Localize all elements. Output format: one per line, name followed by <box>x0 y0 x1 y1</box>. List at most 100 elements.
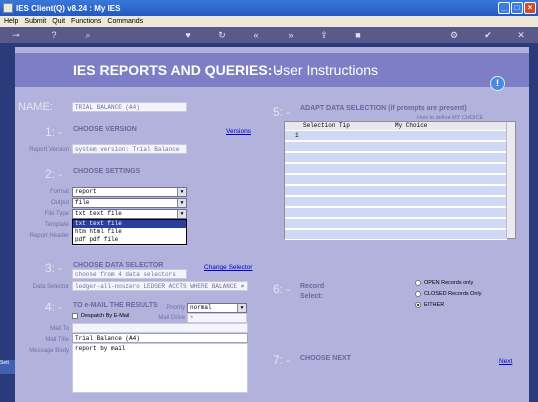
rewind-icon[interactable]: « <box>250 29 262 41</box>
upload-icon[interactable]: ⇪ <box>318 29 330 41</box>
close-button[interactable]: × <box>524 2 536 14</box>
chevron-down-icon: ▼ <box>177 188 186 196</box>
section3-number: 3: - <box>45 261 63 275</box>
file-type-select[interactable]: txt text file ▼ <box>72 209 187 219</box>
chevron-down-icon: ▼ <box>177 210 186 218</box>
section1-number: 1: - <box>45 125 63 139</box>
section7-number: 7: - <box>273 353 291 367</box>
mail-to-field[interactable] <box>72 323 248 333</box>
grid-row[interactable] <box>285 208 507 218</box>
row-number: 1 <box>295 132 299 139</box>
window-title: IES Client(Q) v8.24 : My IES <box>16 3 121 13</box>
message-body-label: Message Body <box>29 348 69 354</box>
page-subtitle: User Instructions <box>273 62 379 78</box>
priority-label: Priority <box>166 305 185 311</box>
selector-description: choose from 4 data selectors <box>72 269 187 279</box>
menu-bar: Help Submit Quit Functions Commands <box>0 16 538 27</box>
grid-header: Selection Tip My Choice <box>285 122 507 130</box>
close-icon[interactable]: ✕ <box>515 29 527 41</box>
forward-icon[interactable]: » <box>285 29 297 41</box>
report-version-field[interactable]: system version: Trial Balance <box>72 144 187 154</box>
refresh-icon[interactable]: ↻ <box>216 29 228 41</box>
menu-help[interactable]: Help <box>4 18 18 25</box>
grid-row[interactable] <box>285 197 507 207</box>
menu-quit[interactable]: Quit <box>52 18 65 25</box>
help-icon[interactable]: ? <box>48 29 60 41</box>
key-icon[interactable]: ⊸ <box>10 29 22 41</box>
name-label: NAME: <box>18 101 53 113</box>
app-icon <box>3 3 13 13</box>
grid-row[interactable]: 1 <box>285 131 507 141</box>
mail-drive-field[interactable]: * <box>187 313 247 323</box>
priority-select[interactable]: normal ▼ <box>187 303 247 313</box>
radio-dot-selected[interactable] <box>415 302 421 308</box>
file-type-option-pdf[interactable]: pdf pdf file <box>73 236 186 244</box>
menu-commands[interactable]: Commands <box>107 18 143 25</box>
file-type-option-htm[interactable]: htm html file <box>73 228 186 236</box>
section6-number: 6: - <box>273 282 291 296</box>
col-selection-tip: Selection Tip <box>303 122 350 129</box>
name-field[interactable]: TRIAL BALANCE (A4) <box>72 102 187 112</box>
message-body-field[interactable]: report by mail <box>72 343 248 393</box>
format-label: Format <box>49 189 69 195</box>
versions-link[interactable]: Versions <box>226 128 251 135</box>
section3-title: CHOOSE DATA SELECTOR <box>73 262 164 269</box>
search-icon[interactable]: ⌕ <box>82 29 94 41</box>
data-selector-field[interactable]: ledger-all-noszero LEDGER ACCTS WHERE BA… <box>72 281 248 291</box>
report-header-label: Report Header <box>29 233 69 239</box>
file-type-dropdown: txt text file htm html file pdf pdf file <box>72 219 187 245</box>
report-version-label: Report Version <box>29 147 69 153</box>
file-type-value: txt text file <box>75 210 122 217</box>
output-label: Output <box>50 200 69 206</box>
grid-row[interactable] <box>285 164 507 174</box>
main-panel: IES REPORTS AND QUERIES: - User Instruct… <box>15 47 529 402</box>
grid-scrollbar[interactable] <box>506 122 515 238</box>
help-icon[interactable]: ! <box>490 76 505 91</box>
selection-grid: Selection Tip My Choice 1 <box>284 121 516 240</box>
side-tab[interactable]: Sett <box>0 360 15 374</box>
mail-to-label: Mail To <box>50 326 69 332</box>
despatch-checkbox[interactable] <box>72 313 78 319</box>
grid-row[interactable] <box>285 186 507 196</box>
mail-drive-label: Mail Drive <box>158 315 185 321</box>
format-value: report <box>75 188 97 195</box>
radio-dot[interactable] <box>415 291 421 297</box>
section1-title: CHOOSE VERSION <box>73 126 137 133</box>
section4-title: TO e-MAIL THE RESULTS <box>73 302 158 309</box>
priority-value: normal <box>190 304 212 311</box>
format-select[interactable]: report ▼ <box>72 187 187 197</box>
mail-title-field[interactable]: Trial Balance (A4) <box>72 333 248 343</box>
radio-label: OPEN Records only <box>424 280 474 286</box>
minimize-button[interactable]: _ <box>498 2 510 14</box>
menu-functions[interactable]: Functions <box>71 18 101 25</box>
despatch-label: Despatch By E-Mail <box>81 313 130 319</box>
radio-either[interactable]: EITHER <box>415 302 444 308</box>
data-selector-label: Data Selector <box>32 284 69 290</box>
check-icon[interactable]: ✔ <box>482 29 494 41</box>
file-type-option-txt[interactable]: txt text file <box>73 220 186 228</box>
grid-row[interactable] <box>285 175 507 185</box>
grid-row[interactable] <box>285 142 507 152</box>
stop-icon[interactable]: ■ <box>352 29 364 41</box>
mail-title-label: Mail Title <box>45 337 69 343</box>
maximize-button[interactable]: □ <box>511 2 523 14</box>
chevron-down-icon: ▼ <box>177 199 186 207</box>
section5-number: 5: - <box>273 105 291 119</box>
next-link[interactable]: Next <box>499 358 512 365</box>
page-title: IES REPORTS AND QUERIES: - <box>73 62 281 78</box>
settings-icon[interactable]: ⚙ <box>448 29 460 41</box>
output-select[interactable]: file ▼ <box>72 198 187 208</box>
record-select-label-1: Record <box>300 283 325 290</box>
grid-row[interactable] <box>285 230 507 240</box>
menu-submit[interactable]: Submit <box>24 18 46 25</box>
change-selector-link[interactable]: Change Selector <box>204 264 252 271</box>
section5-title: ADAPT DATA SELECTION (if prompts are pre… <box>300 105 467 112</box>
toolbar: ⊸ ? ⌕ ♥ ↻ « » ⇪ ■ ⚙ ✔ ✕ <box>0 27 538 43</box>
heart-icon[interactable]: ♥ <box>182 29 194 41</box>
radio-closed-records[interactable]: CLOSED Records Only <box>415 291 481 297</box>
despatch-option[interactable]: Despatch By E-Mail <box>72 313 129 319</box>
radio-open-records[interactable]: OPEN Records only <box>415 280 473 286</box>
grid-row[interactable] <box>285 153 507 163</box>
radio-dot[interactable] <box>415 280 421 286</box>
grid-row[interactable] <box>285 219 507 229</box>
